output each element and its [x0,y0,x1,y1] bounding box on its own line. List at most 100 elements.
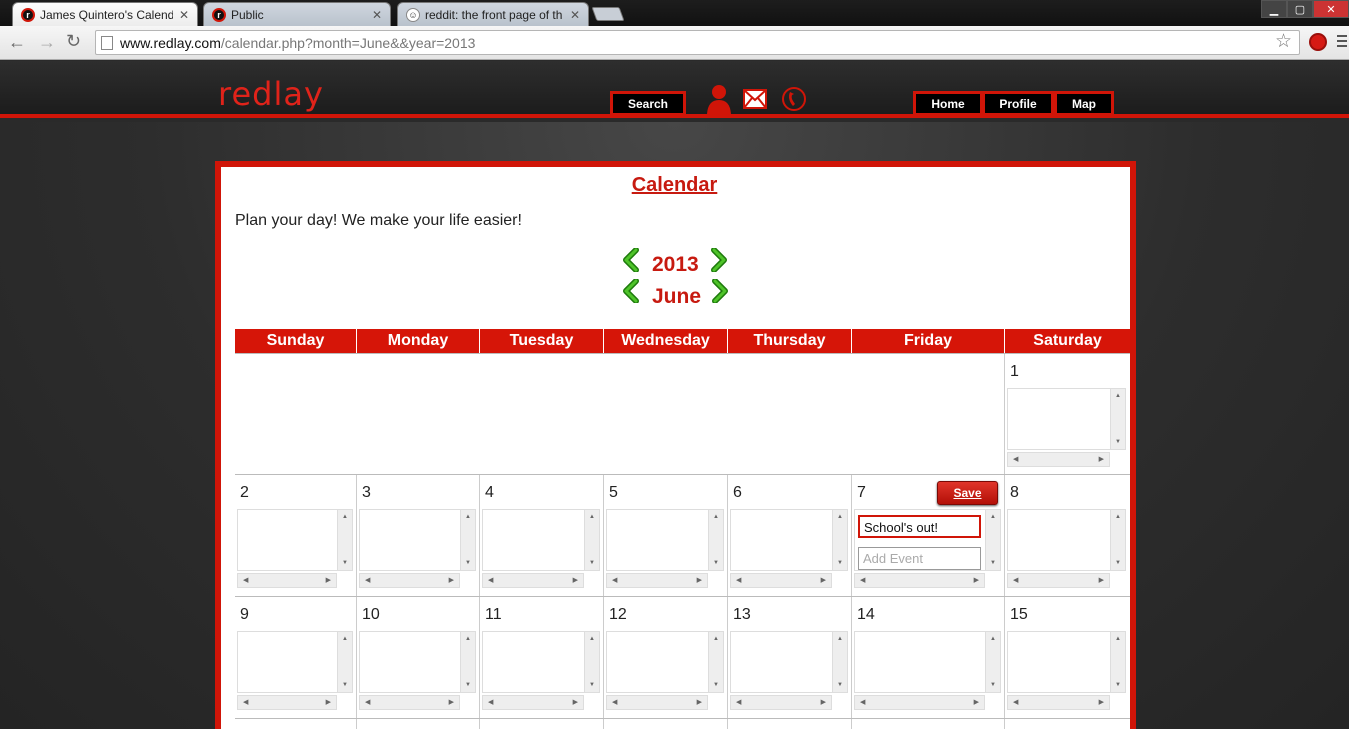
event-textarea[interactable] [606,509,724,571]
day-cell[interactable] [1005,719,1130,729]
event-textarea[interactable] [482,631,600,693]
day-cell[interactable]: 6 [728,475,852,596]
event-textarea[interactable] [1007,509,1126,571]
nav-profile[interactable]: Profile [982,91,1054,116]
person-icon[interactable] [706,84,732,114]
horizontal-scrollbar[interactable] [606,573,708,588]
horizontal-scrollbar[interactable] [730,573,832,588]
mail-icon[interactable] [743,89,767,109]
day-cell[interactable] [604,719,728,729]
vertical-scrollbar[interactable] [1110,510,1125,570]
horizontal-scrollbar[interactable] [359,695,460,710]
close-icon[interactable]: ✕ [179,8,189,22]
day-cell[interactable]: 10 [357,597,480,718]
nav-home[interactable]: Home [913,91,983,116]
extension-icon[interactable] [1309,33,1327,51]
vertical-scrollbar[interactable] [1110,632,1125,692]
horizontal-scrollbar[interactable] [359,573,460,588]
prev-year-chevron-icon[interactable] [619,248,643,272]
day-cell[interactable]: 3 [357,475,480,596]
prev-month-chevron-icon[interactable] [619,279,643,303]
close-window-button[interactable]: ✕ [1313,0,1349,18]
event-input[interactable]: School's out! [858,515,981,538]
horizontal-scrollbar[interactable] [1007,695,1110,710]
day-cell[interactable] [357,719,480,729]
nav-map[interactable]: Map [1054,91,1114,116]
day-cell[interactable] [852,719,1005,729]
horizontal-scrollbar[interactable] [482,573,584,588]
reload-icon[interactable]: ↻ [66,31,81,52]
minimize-button[interactable]: ▁ [1261,0,1287,18]
phone-icon[interactable] [781,84,807,114]
tab-title: Public [231,7,264,22]
horizontal-scrollbar[interactable] [854,695,985,710]
add-event-input[interactable]: Add Event [858,547,981,570]
tab-reddit[interactable]: ☺ reddit: the front page of th ✕ [397,2,589,26]
vertical-scrollbar[interactable] [985,510,1000,570]
vertical-scrollbar[interactable] [337,632,352,692]
address-bar[interactable]: www.redlay.com/calendar.php?month=June&&… [95,30,1300,55]
tab-public[interactable]: r Public ✕ [203,2,391,26]
day-cell[interactable]: 1 [1005,354,1130,475]
event-textarea[interactable] [237,631,353,693]
search-button[interactable]: Search [610,91,686,116]
day-cell[interactable]: 13 [728,597,852,718]
vertical-scrollbar[interactable] [460,632,475,692]
maximize-button[interactable]: ▢ [1287,0,1313,18]
horizontal-scrollbar[interactable] [237,573,337,588]
day-cell[interactable]: 9 [235,597,357,718]
next-year-chevron-icon[interactable] [707,248,731,272]
vertical-scrollbar[interactable] [337,510,352,570]
event-textarea[interactable] [1007,631,1126,693]
vertical-scrollbar[interactable] [708,632,723,692]
site-logo[interactable]: redlay [218,75,324,113]
day-cell[interactable]: 11 [480,597,604,718]
horizontal-scrollbar[interactable] [606,695,708,710]
vertical-scrollbar[interactable] [832,510,847,570]
horizontal-scrollbar[interactable] [730,695,832,710]
back-icon[interactable]: ← [8,32,26,53]
event-textarea[interactable] [606,631,724,693]
horizontal-scrollbar[interactable] [1007,452,1110,467]
event-textarea[interactable] [359,631,476,693]
vertical-scrollbar[interactable] [460,510,475,570]
forward-icon[interactable]: → [38,32,56,53]
weekday-header-row: Sunday Monday Tuesday Wednesday Thursday… [235,329,1130,353]
day-cell[interactable]: 7 Save School's out! Add Event [852,475,1005,596]
horizontal-scrollbar[interactable] [482,695,584,710]
day-cell[interactable] [728,719,852,729]
vertical-scrollbar[interactable] [584,510,599,570]
day-cell[interactable]: 15 [1005,597,1130,718]
next-month-chevron-icon[interactable] [708,279,732,303]
new-tab-button[interactable] [591,7,625,21]
close-icon[interactable]: ✕ [372,8,382,22]
day-cell[interactable]: 5 [604,475,728,596]
vertical-scrollbar[interactable] [832,632,847,692]
day-cell[interactable]: 2 [235,475,357,596]
horizontal-scrollbar[interactable] [1007,573,1110,588]
vertical-scrollbar[interactable] [985,632,1000,692]
horizontal-scrollbar[interactable] [237,695,337,710]
close-icon[interactable]: ✕ [570,8,580,22]
day-cell[interactable]: 4 [480,475,604,596]
event-textarea[interactable] [854,631,1001,693]
day-cell[interactable] [480,719,604,729]
horizontal-scrollbar[interactable] [854,573,985,588]
event-textarea[interactable] [730,509,848,571]
bookmark-star-icon[interactable]: ☆ [1275,30,1292,53]
save-button[interactable]: Save [937,481,998,505]
event-textarea[interactable] [359,509,476,571]
vertical-scrollbar[interactable] [1110,389,1125,449]
day-cell[interactable] [235,719,357,729]
vertical-scrollbar[interactable] [708,510,723,570]
tab-calendar[interactable]: r James Quintero's Calenda ✕ [12,2,198,26]
vertical-scrollbar[interactable] [584,632,599,692]
event-textarea[interactable] [1007,388,1126,450]
day-cell[interactable]: 8 [1005,475,1130,596]
menu-icon[interactable] [1337,35,1347,50]
day-cell[interactable]: 12 [604,597,728,718]
event-textarea[interactable] [482,509,600,571]
event-textarea[interactable] [237,509,353,571]
event-textarea[interactable] [730,631,848,693]
day-cell[interactable]: 14 [852,597,1005,718]
